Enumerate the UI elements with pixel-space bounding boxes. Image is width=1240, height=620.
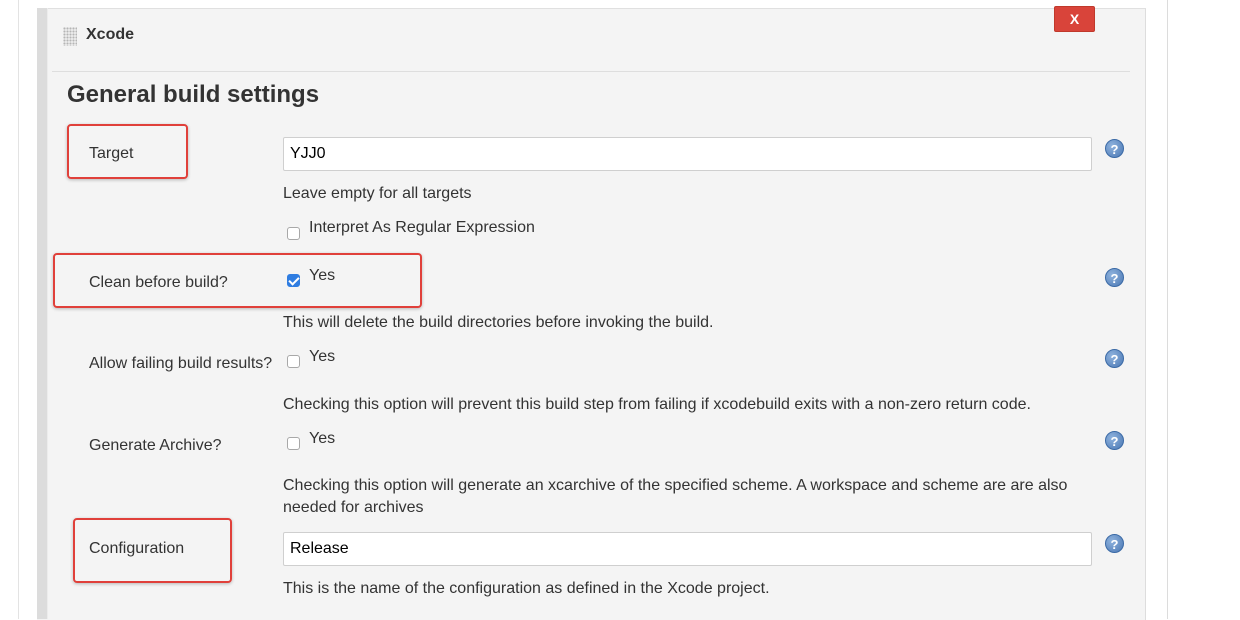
step-title: Xcode xyxy=(86,26,135,43)
allow-failing-label: Allow failing build results? xyxy=(89,355,273,372)
generate-archive-yes-label: Yes xyxy=(309,430,336,447)
configuration-highlight-box xyxy=(73,518,232,583)
section-title: General build settings xyxy=(67,81,320,108)
generate-archive-description: Checking this option will generate an xc… xyxy=(283,477,1068,516)
delete-step-button[interactable]: X xyxy=(1054,6,1095,32)
generate-archive-label: Generate Archive? xyxy=(89,437,222,454)
target-highlight-box xyxy=(67,124,188,179)
allow-failing-checkbox[interactable] xyxy=(287,355,300,368)
target-input[interactable] xyxy=(283,137,1092,171)
panel-inner-line xyxy=(47,8,48,619)
clean-before-build-description: This will delete the build directories b… xyxy=(283,314,714,331)
divider xyxy=(52,71,1130,72)
panel-left-bar xyxy=(37,8,47,619)
regex-checkbox[interactable] xyxy=(287,227,300,240)
configuration-help-icon[interactable]: ? xyxy=(1105,534,1124,553)
clean-before-build-highlight-box xyxy=(53,253,422,308)
regex-checkbox-label: Interpret As Regular Expression xyxy=(309,219,535,236)
allow-failing-description: Checking this option will prevent this b… xyxy=(283,396,1031,413)
generate-archive-checkbox[interactable] xyxy=(287,437,300,450)
allow-failing-help-icon[interactable]: ? xyxy=(1105,349,1124,368)
configuration-description: This is the name of the configuration as… xyxy=(283,580,770,597)
drag-handle-icon[interactable] xyxy=(63,27,77,46)
clean-before-build-help-icon[interactable]: ? xyxy=(1105,268,1124,287)
allow-failing-yes-label: Yes xyxy=(309,348,336,365)
target-help-icon[interactable]: ? xyxy=(1105,139,1124,158)
configuration-input[interactable] xyxy=(283,532,1092,566)
target-description: Leave empty for all targets xyxy=(283,185,472,202)
generate-archive-help-icon[interactable]: ? xyxy=(1105,431,1124,450)
